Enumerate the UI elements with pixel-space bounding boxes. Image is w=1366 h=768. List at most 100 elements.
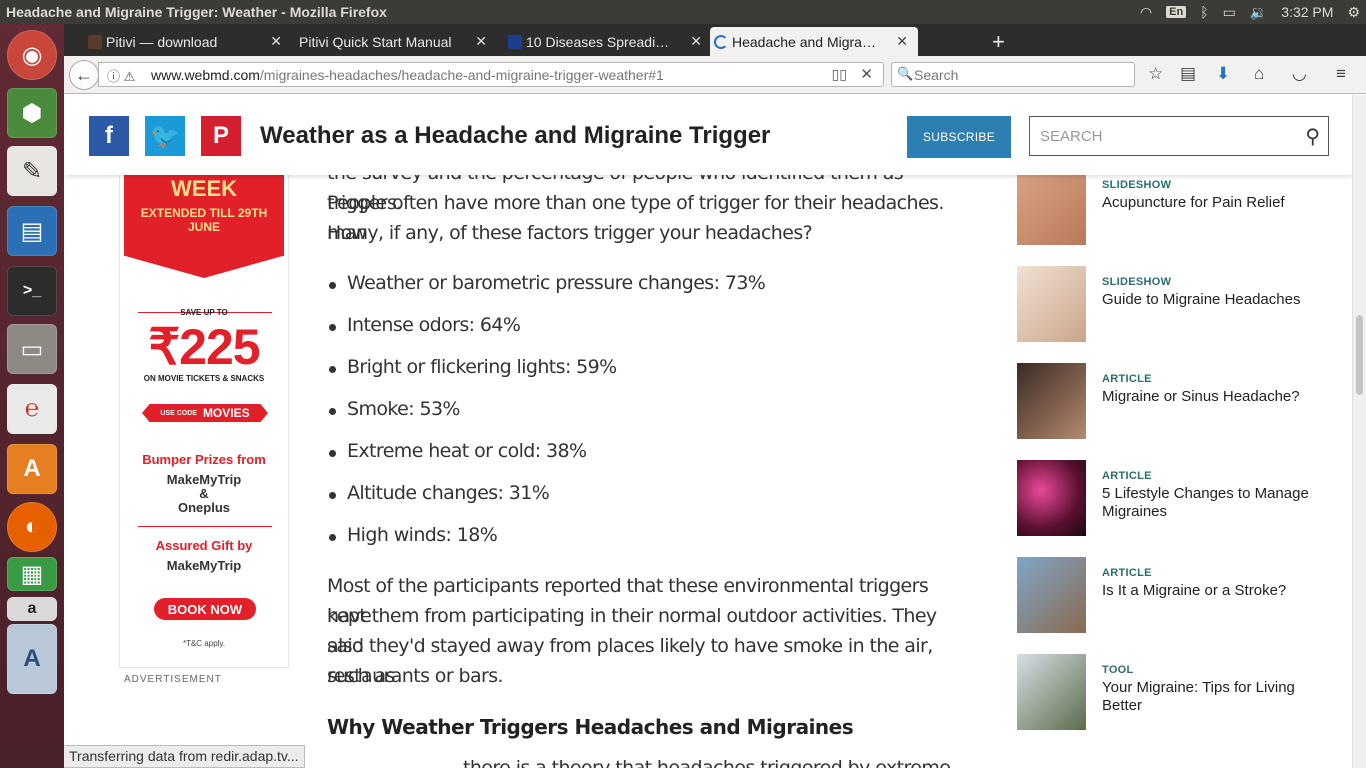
site-search-input[interactable]: SEARCH ⚲ (1029, 116, 1329, 156)
twitter-share-button[interactable]: 🐦 (145, 116, 185, 156)
amazon-icon[interactable]: a (7, 597, 57, 621)
ad-code-badge: USE CODE MOVIES (142, 404, 268, 422)
files-icon[interactable]: ▭ (7, 324, 57, 374)
close-tab-icon[interactable]: ✕ (690, 33, 702, 50)
ad-tickets-text: ON MOVIE TICKETS & SNACKS (143, 374, 265, 383)
bookmark-star-icon[interactable]: ☆ (1148, 64, 1163, 84)
volume-icon[interactable]: 🔉 (1250, 4, 1267, 21)
battery-icon[interactable]: ▭ (1223, 4, 1236, 21)
pitivi-favicon-icon (88, 35, 102, 49)
article-headline: Weather as a Headache and Migraine Trigg… (260, 122, 771, 149)
sidebar-item-title: Is It a Migraine or a Stroke? (1102, 582, 1287, 599)
sidebar-item-lifestyle-changes[interactable]: ARTICLE 5 Lifestyle Changes to Manage Mi… (1017, 460, 1337, 536)
back-button[interactable]: ← (69, 60, 99, 90)
trigger-list-item: Intense odors: 64% (328, 314, 521, 336)
news-favicon-icon (508, 35, 522, 49)
downloads-icon[interactable]: ⬇ (1216, 64, 1230, 84)
magnifier-icon[interactable]: ⚲ (1305, 124, 1320, 149)
ad-book-now-button[interactable]: BOOK NOW (154, 598, 256, 620)
tab-pitivi-download[interactable]: Pitivi — download ✕ (84, 27, 292, 56)
android-studio-icon[interactable]: ⬢ (7, 88, 57, 138)
ad-week: WEEK (171, 176, 237, 201)
new-tab-button[interactable]: + (992, 29, 1005, 55)
browser-status-bar: Transferring data from redir.adap.tv... (64, 745, 305, 768)
sidebar-item-title: Acupuncture for Pain Relief (1102, 194, 1285, 211)
browser-nav-bar: ⓘ ⚠ www.webmd.com /migraines-headaches/h… (64, 56, 1366, 94)
menu-hamburger-icon[interactable]: ≡ (1336, 64, 1346, 84)
pinterest-share-button[interactable]: P (201, 116, 241, 156)
ad-bumper-brand2: Oneplus (177, 500, 230, 515)
sidebar-item-title: Guide to Migraine Headaches (1102, 291, 1301, 308)
ad-assured-brand: MakeMyTrip (166, 558, 242, 573)
tab-10-diseases[interactable]: 10 Diseases Spreadi… ✕ (504, 27, 712, 56)
pinterest-icon: P (212, 122, 229, 149)
trigger-list-item: Extreme heat or cold: 38% (328, 440, 587, 462)
launcher-stack-icon[interactable]: A (7, 624, 57, 694)
ad-price: ₹225 (148, 319, 260, 375)
trigger-list-item: High winds: 18% (328, 524, 498, 546)
ad-code-prefix: USE CODE (160, 409, 197, 417)
twitter-bird-icon: 🐦 (150, 122, 180, 150)
libreoffice-writer-icon[interactable]: ▤ (7, 206, 57, 256)
unity-launcher: ◉ ⬢ ✎ ▤ >_ ▭ ℮ A ◐ ▦ a A (0, 24, 64, 768)
firefox-icon[interactable]: ◐ (7, 502, 57, 552)
pocket-icon[interactable]: ◡ (1292, 64, 1307, 84)
search-icon: 🔍 (897, 66, 914, 81)
sidebar-item-migraine-guide[interactable]: SLIDESHOW Guide to Migraine Headaches (1017, 266, 1337, 342)
living-better-thumbnail (1017, 654, 1086, 730)
terminal-icon[interactable]: >_ (7, 266, 57, 316)
sidebar-item-acupuncture[interactable]: SLIDESHOW Acupuncture for Pain Relief (1017, 169, 1337, 245)
close-tab-icon[interactable]: ✕ (475, 33, 487, 50)
sidebar-item-title: 5 Lifestyle Changes to Manage Migraines (1102, 485, 1309, 520)
bluetooth-icon[interactable]: ᛒ (1200, 4, 1208, 20)
scrollbar-thumb[interactable] (1356, 315, 1363, 395)
libreoffice-calc-icon[interactable]: ▦ (7, 557, 57, 591)
facebook-icon: f (105, 122, 113, 149)
home-icon[interactable]: ⌂ (1254, 64, 1264, 84)
sidebar-item-title: Migraine or Sinus Headache? (1102, 388, 1300, 405)
facebook-share-button[interactable]: f (89, 116, 129, 156)
ad-amp: & (199, 486, 209, 501)
sidebar-item-living-better[interactable]: TOOL Your Migraine: Tips for Living Bett… (1017, 654, 1337, 730)
sidebar-item-type: ARTICLE (1102, 567, 1152, 579)
close-tab-icon[interactable]: ✕ (896, 33, 908, 50)
software-center-icon[interactable]: A (7, 444, 57, 494)
power-gear-icon[interactable]: ⚙ (1347, 4, 1360, 21)
trigger-list-item: Bright or flickering lights: 59% (329, 356, 617, 378)
document-viewer-icon[interactable]: ℮ (7, 384, 57, 434)
sidebar-item-sinus-headache[interactable]: ARTICLE Migraine or Sinus Headache? (1017, 363, 1337, 439)
bookmarks-library-icon[interactable]: ▤ (1180, 64, 1196, 84)
browser-search-input[interactable]: 🔍 Search (891, 62, 1135, 87)
site-sticky-header: f 🐦 P Weather as a Headache and Migraine… (64, 95, 1352, 175)
acupuncture-thumbnail (1017, 169, 1086, 245)
wifi-icon[interactable]: ◠ (1140, 4, 1152, 21)
tab-pitivi-manual[interactable]: Pitivi Quick Start Manual ✕ (277, 27, 497, 56)
browser-tab-bar: Pitivi — download ✕ Pitivi Quick Start M… (64, 24, 1366, 56)
url-bar[interactable]: ⓘ ⚠ www.webmd.com /migraines-headaches/h… (98, 62, 884, 87)
sidebar-item-type: ARTICLE (1102, 470, 1152, 482)
sinus-headache-thumbnail (1017, 363, 1086, 439)
ad-assured: Assured Gift by (155, 538, 253, 553)
site-info-icon[interactable]: ⓘ ⚠ (107, 66, 135, 85)
page-viewport: WEEK EXTENDED TILL 29TH JUNE SAVE UP TO … (64, 95, 1352, 768)
clock[interactable]: 3:32 PM (1281, 4, 1333, 20)
browser-search-placeholder: Search (914, 66, 959, 83)
advertisement-label: ADVERTISEMENT (124, 674, 222, 685)
reader-view-icon[interactable]: ▯▯ (832, 66, 847, 83)
subscribe-button[interactable]: SUBSCRIBE (907, 116, 1011, 158)
sidebar-item-type: SLIDESHOW (1102, 276, 1172, 288)
tab-headache-migraine[interactable]: Headache and Migra… ✕ (710, 27, 918, 56)
trigger-list-item: Weather or barometric pressure changes: … (328, 272, 766, 294)
page-scrollbar[interactable] (1352, 95, 1366, 768)
back-arrow-icon: ← (75, 64, 93, 85)
ad-bumper-brand1: MakeMyTrip (166, 472, 242, 487)
sidebar-item-migraine-stroke[interactable]: ARTICLE Is It a Migraine or a Stroke? (1017, 557, 1337, 633)
keyboard-layout-indicator[interactable]: En (1166, 6, 1187, 18)
advertisement-banner[interactable]: WEEK EXTENDED TILL 29TH JUNE SAVE UP TO … (119, 165, 289, 668)
window-title: Headache and Migraine Trigger: Weather -… (6, 4, 387, 20)
ad-ribbon: WEEK EXTENDED TILL 29TH JUNE (124, 166, 284, 278)
ubuntu-dash-icon[interactable]: ◉ (7, 30, 57, 80)
ad-tc: *T&C apply. (182, 639, 226, 648)
text-editor-icon[interactable]: ✎ (7, 146, 57, 196)
stop-loading-icon[interactable]: ✕ (860, 65, 873, 83)
